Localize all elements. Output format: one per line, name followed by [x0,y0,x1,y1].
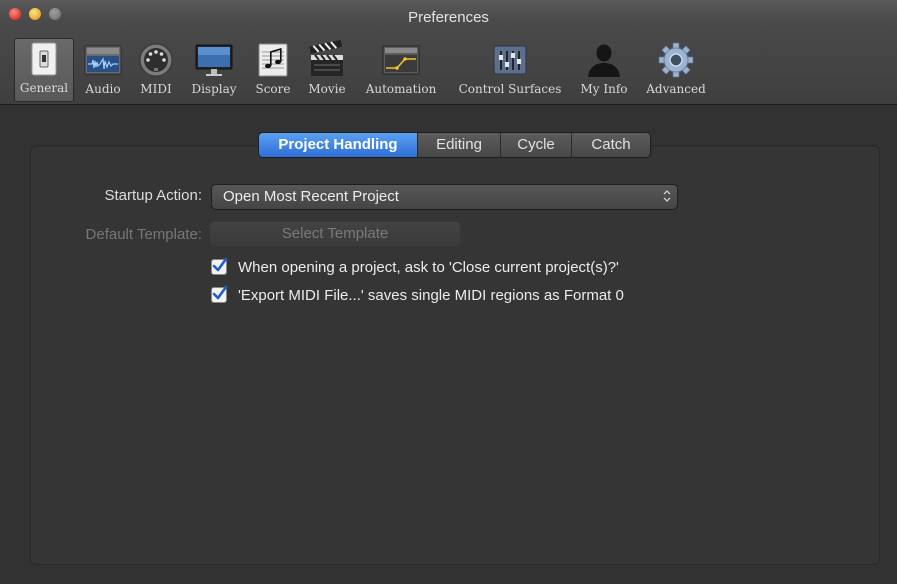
preferences-window: Preferences General Audio MIDI Display S… [0,0,897,584]
toolbar-label: General [19,81,69,95]
toolbar-item-control-surfaces[interactable]: Control Surfaces [452,40,568,100]
toolbar-item-display[interactable]: Display [186,40,242,100]
midi-connector-icon [139,43,173,77]
window-title: Preferences [408,9,489,26]
startup-action-value: Open Most Recent Project [223,188,399,205]
toolbar-item-automation[interactable]: Automation [358,40,444,100]
export-midi-checkbox-row[interactable]: 'Export MIDI File...' saves single MIDI … [211,285,624,304]
toolbar-label: Display [191,82,237,96]
tab-cycle[interactable]: Cycle [501,133,572,157]
default-template-label: Default Template: [85,226,202,243]
export-midi-checkbox-label: 'Export MIDI File...' saves single MIDI … [238,286,624,304]
score-notes-icon [258,43,288,77]
toolbar-label: Control Surfaces [458,82,562,96]
toolbar-label: Audio [85,82,121,96]
audio-waveform-icon [84,45,122,75]
automation-curve-icon [382,45,420,75]
toolbar-label: MIDI [140,82,172,96]
toolbar-item-score[interactable]: Score [248,40,298,100]
toolbar-label: My Info [580,82,628,96]
display-monitor-icon [195,44,233,76]
select-template-button[interactable]: Select Template [209,221,461,247]
toolbar-label: Automation [365,82,437,96]
tab-catch[interactable]: Catch [572,133,650,157]
toolbar-item-midi[interactable]: MIDI [134,40,178,100]
movie-clapper-icon [309,40,343,76]
startup-action-popup[interactable]: Open Most Recent Project [211,184,678,210]
toolbar-label: Advanced [646,82,706,96]
toolbar-label: Score [255,82,291,96]
tab-editing[interactable]: Editing [418,133,501,157]
control-surface-faders-icon [493,45,527,75]
toolbar-item-audio[interactable]: Audio [78,40,128,100]
toolbar-item-advanced[interactable]: Advanced [640,40,712,100]
checkmark-icon [212,285,228,300]
close-project-checkbox-label: When opening a project, ask to 'Close cu… [238,258,619,276]
general-switch-icon [31,42,57,76]
close-project-checkbox[interactable] [211,257,228,275]
tab-bar: Project Handling Editing Cycle Catch [258,132,651,158]
toolbar-label: Movie [308,82,346,96]
user-silhouette-icon [588,44,620,77]
toolbar-item-my-info[interactable]: My Info [576,40,632,100]
startup-action-label: Startup Action: [104,187,202,204]
toolbar-item-movie[interactable]: Movie [304,40,350,100]
popup-arrows-icon [663,190,671,202]
close-project-checkbox-row[interactable]: When opening a project, ask to 'Close cu… [211,257,619,276]
export-midi-checkbox[interactable] [211,285,228,303]
gear-icon [658,42,694,78]
titlebar: Preferences General Audio MIDI Display S… [0,0,897,105]
checkmark-icon [212,257,228,272]
tab-project-handling[interactable]: Project Handling [259,133,418,157]
toolbar-item-general[interactable]: General [14,38,74,102]
